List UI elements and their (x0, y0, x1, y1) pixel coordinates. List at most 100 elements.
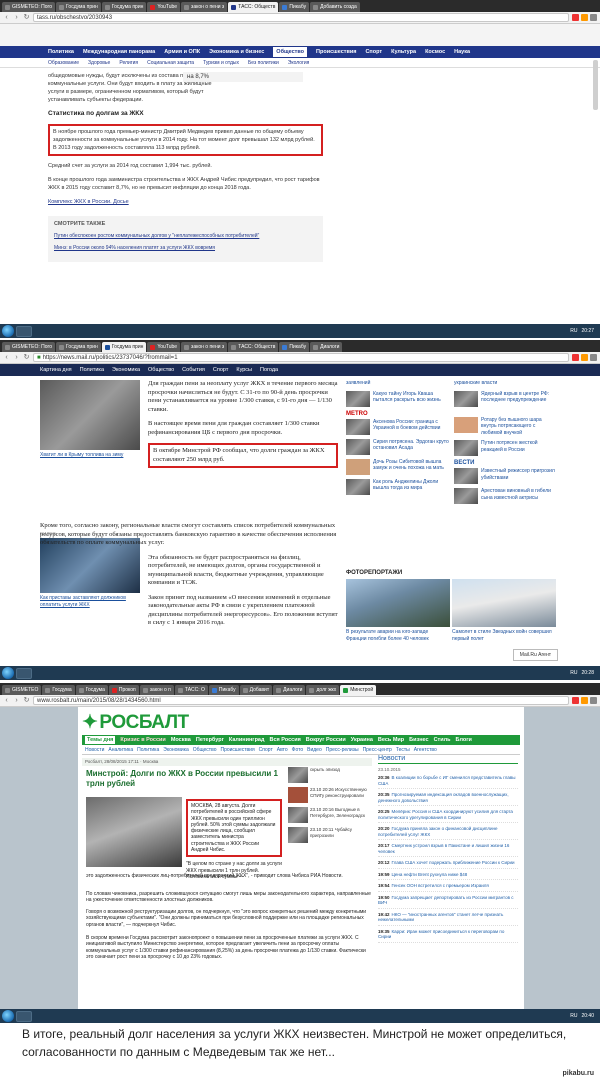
subnav-item[interactable]: Экология (288, 60, 310, 66)
browser-tab-active[interactable]: ТАСС: Обществ (228, 2, 279, 12)
subnav-item[interactable]: Здоровье (88, 60, 110, 66)
extension-icon[interactable] (581, 14, 588, 21)
browser-tab[interactable]: Пикабу (208, 685, 239, 695)
browser-tab[interactable]: Госдума прин (56, 2, 101, 12)
news-feed-item[interactable]: 19:50 Госдума запрещает депортировать из … (378, 895, 518, 909)
photo-report-item[interactable]: Самолет в стиле Звездных войн совершил п… (452, 579, 556, 642)
news-feed-item[interactable]: 20:36 В коалиции по борьбе с ИГ сменился … (378, 775, 518, 789)
photo-report-item[interactable]: В результате аварии на юго-западе Франци… (346, 579, 450, 642)
subnav-item[interactable]: Спорт (259, 747, 273, 753)
browser-tab[interactable]: Госдума (42, 685, 75, 695)
subnav-item[interactable]: Религия (119, 60, 138, 66)
nav-item[interactable]: Общество (148, 367, 174, 373)
news-item[interactable]: Какую тайну Игорь Кваша пытался раскрыть… (346, 390, 450, 407)
news-item[interactable]: Ядерный взрыв в центре РФ: последнее пре… (454, 390, 558, 407)
browser-tab[interactable]: GISMETEO: Пого (2, 2, 56, 12)
photo-caption-link[interactable]: Хватит ли в Крыму топлива на зиму (40, 452, 140, 459)
subnav-item[interactable]: Авто (277, 747, 288, 753)
nav-item-active[interactable]: Общество (273, 47, 308, 57)
browser-tab[interactable]: Диалоги (310, 342, 343, 352)
extension-icon[interactable] (572, 697, 579, 704)
reload-icon[interactable]: ↻ (23, 14, 30, 21)
subnav-item[interactable]: Происшествия (220, 747, 254, 753)
nav-item[interactable]: Экономика и бизнес (209, 49, 264, 55)
nav-item[interactable]: Происшествия (316, 49, 356, 55)
see-also-link[interactable]: Путин обеспокоен ростом коммунальных дол… (54, 233, 317, 239)
browser-tab[interactable]: Прокоп (108, 685, 139, 695)
section-tab[interactable]: Украина (351, 737, 373, 743)
browser-tab[interactable]: закон о п (139, 685, 174, 695)
dossier-link[interactable]: Комплекс ЖКХ в России. Досье (48, 199, 129, 205)
subnav-item[interactable]: Социальная защита (147, 60, 194, 66)
browser-tab-active[interactable]: Госдума прин (101, 342, 147, 352)
browser-tab[interactable]: Диалоги (273, 685, 306, 695)
news-feed-item[interactable]: 20:17 Смертник устроил взрыв в Пакистане … (378, 843, 518, 857)
section-tab[interactable]: Кризис в России (120, 737, 165, 743)
news-feed-item[interactable]: 19:42 НКО — "иностранных агентов" станет … (378, 912, 518, 926)
news-item[interactable]: Известный режиссер пригрозил убийствами (454, 468, 558, 484)
subnav-item[interactable]: Экономика (163, 747, 188, 753)
browser-tab[interactable]: ТАСС: О (174, 685, 208, 695)
news-feed-item[interactable]: 20:12 Глава США хочет подержать приближен… (378, 860, 518, 869)
extension-icon[interactable] (572, 354, 579, 361)
mail-agent-button[interactable]: Mail.Ru Агент (512, 649, 558, 661)
language-indicator[interactable]: RU (570, 670, 577, 676)
browser-tab[interactable]: Госдума прин (101, 2, 147, 12)
news-feed-item[interactable]: 19:59 Цена нефти Brent рухнула ниже $48 (378, 872, 518, 880)
nav-item[interactable]: Наука (454, 49, 470, 55)
section-tab[interactable]: Москва (171, 737, 191, 743)
news-item[interactable]: Арестован виновный в гибели сына известн… (454, 488, 558, 504)
forward-icon[interactable]: › (13, 354, 20, 361)
see-also-link[interactable]: Минэ: в России около 94% населения платя… (54, 245, 317, 251)
browser-tab[interactable]: YouTube (147, 2, 181, 12)
forward-icon[interactable]: › (13, 697, 20, 704)
news-item[interactable]: Дочь Розы Сибитовой вышла замуж и очень … (346, 458, 450, 475)
browser-tab[interactable]: Добавить созда (310, 2, 360, 12)
news-item[interactable]: Путин потрясен жесткой реакцией в России (454, 440, 558, 456)
reload-icon[interactable]: ↻ (23, 354, 30, 361)
news-feed-item[interactable]: 20:35 Прогнозируемая индексация окладов в… (378, 792, 518, 806)
subnav-item[interactable]: Фото (292, 747, 304, 753)
nav-item[interactable]: Армия и ОПК (164, 49, 200, 55)
back-icon[interactable]: ‹ (3, 354, 10, 361)
section-tab[interactable]: Весь Мир (378, 737, 404, 743)
nav-item[interactable]: События (182, 367, 205, 373)
section-tab[interactable]: Стиль (434, 737, 451, 743)
mini-news-item[interactable]: 23.10 20:16 Выгодные в Петербурге, Зелен… (288, 807, 372, 823)
nav-item[interactable]: Культура (391, 49, 416, 55)
nav-item[interactable]: Спорт (365, 49, 382, 55)
browser-tab-active[interactable]: Минстрой (340, 685, 377, 695)
subnav-item[interactable]: Политика (137, 747, 159, 753)
back-icon[interactable]: ‹ (3, 697, 10, 704)
news-feed-item[interactable]: 19:54 Генсек ООН встретился с премьером И… (378, 883, 518, 892)
mini-news-item[interactable]: скрыть эпизод (288, 767, 372, 783)
start-button[interactable] (2, 1010, 14, 1022)
menu-icon[interactable] (590, 354, 597, 361)
section-tab[interactable]: Калининград (229, 737, 265, 743)
subnav-item[interactable]: Туризм и отдых (203, 60, 239, 66)
subnav-item[interactable]: Образование (48, 60, 79, 66)
news-item[interactable]: заявлений (346, 380, 450, 387)
subnav-item[interactable]: Пресс-релизы (326, 747, 359, 753)
language-indicator[interactable]: RU (570, 1013, 577, 1019)
news-item[interactable]: Аксенова России: граница с Украиной в бо… (346, 418, 450, 435)
news-item[interactable]: Ротару без пышного шара внутрь потрясающ… (454, 416, 558, 437)
extension-icon[interactable] (581, 697, 588, 704)
nav-item[interactable]: Картина дня (40, 367, 72, 373)
subnav-item[interactable]: Агентство (414, 747, 437, 753)
nav-item[interactable]: Космос (425, 49, 445, 55)
nav-item[interactable]: Экономика (112, 367, 140, 373)
address-bar[interactable]: www.rosbalt.ru/main/2015/08/28/1434560.h… (33, 696, 569, 705)
extension-icon[interactable] (581, 354, 588, 361)
nav-item[interactable]: Политика (48, 49, 74, 55)
news-photo[interactable] (40, 380, 140, 450)
taskbar-app-icon[interactable] (16, 325, 32, 337)
extension-icon[interactable] (572, 14, 579, 21)
browser-tab[interactable]: Добавит (239, 685, 273, 695)
browser-tab[interactable]: YouTube (147, 342, 181, 352)
start-button[interactable] (2, 325, 14, 337)
nav-item[interactable]: Международная панорама (83, 49, 155, 55)
site-logo[interactable]: ✦ РОСБАЛТ (82, 711, 189, 734)
news-item[interactable]: Как роль Анджелины Джоли вышла тогда из … (346, 478, 450, 495)
address-bar[interactable]: ■ https://news.mail.ru/politics/23737046/… (33, 353, 569, 362)
